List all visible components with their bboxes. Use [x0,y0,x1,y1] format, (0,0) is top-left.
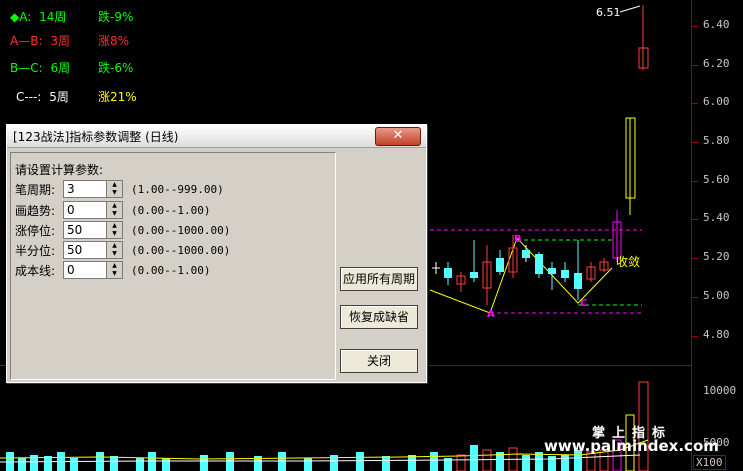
stepper-value: 50 [67,223,83,237]
param-label: 半分位: [15,244,56,258]
pivot-c-label: C [580,298,587,309]
spin-arrows[interactable]: ▲ ▼ [106,202,122,218]
axis-tick [692,65,698,66]
volume-tick-label: 10000 [703,384,737,397]
up-arrow-icon[interactable]: ▲ [107,181,122,189]
candle-down [574,273,582,289]
price-tick-label: 6.20 [703,57,730,70]
price-tick-label: 5.60 [703,173,730,186]
volume-bar [382,456,390,471]
stepper-value: 50 [67,243,83,257]
param-label: 成本线: [15,264,56,278]
price-tick-label: 6.00 [703,95,730,108]
param-range: (0.00--1000.00) [131,224,231,237]
price-tick-label: 4.80 [703,328,730,341]
param-label: 画趋势: [15,204,56,218]
candle-down [522,250,530,258]
axis-tick [692,297,698,298]
volume-bar [136,458,144,471]
close-button[interactable]: 关闭 [340,349,418,373]
axis-tick [692,103,698,104]
up-arrow-icon[interactable]: ▲ [107,262,122,270]
stroke-period-stepper[interactable]: 3 ▲ ▼ [63,180,123,198]
down-arrow-icon[interactable]: ▼ [107,210,122,218]
price-tick-label: 6.40 [703,18,730,31]
spin-arrows[interactable]: ▲ ▼ [106,262,122,278]
pivot-b-label: B [514,234,522,245]
stepper-value: 0 [67,203,75,217]
restore-defaults-button[interactable]: 恢复成缺省 [340,305,418,329]
param-label: 笔周期: [15,183,56,197]
volume-bar [18,458,26,471]
volume-bar [110,456,118,471]
up-arrow-icon[interactable]: ▲ [107,202,122,210]
candle-down [444,268,452,278]
up-arrow-icon[interactable]: ▲ [107,222,122,230]
dialog-title: [123战法]指标参数调整 (日线) [13,130,179,144]
down-arrow-icon[interactable]: ▼ [107,189,122,197]
draw-trend-stepper[interactable]: 0 ▲ ▼ [63,201,123,219]
volume-bar [304,458,312,471]
spin-arrows[interactable]: ▲ ▼ [106,181,122,197]
down-arrow-icon[interactable]: ▼ [107,250,122,258]
volume-unit-label: X100 [693,455,726,470]
axis-tick [692,336,698,337]
candle-down [470,272,478,278]
volume-bar [200,455,208,471]
param-range: (0.00--1.00) [131,204,211,217]
spin-arrows[interactable]: ▲ ▼ [106,242,122,258]
price-tick-label: 5.80 [703,134,730,147]
down-arrow-icon[interactable]: ▼ [107,230,122,238]
volume-bar [456,454,466,471]
volume-bar [70,458,78,471]
close-icon[interactable]: ✕ [375,127,421,146]
candle-down [496,258,504,272]
price-tick-label: 5.40 [703,211,730,224]
up-arrow-icon[interactable]: ▲ [107,242,122,250]
axis-tick [692,142,698,143]
axis-tick [692,258,698,259]
dialog-prompt: 请设置计算参数: [15,163,104,177]
volume-bar [356,452,364,471]
high-label: 6.51 [596,6,621,19]
watermark-url: www.palmindex.com [544,437,719,455]
volume-bar [482,449,492,471]
volume-bar [561,455,569,471]
parameter-dialog: [123战法]指标参数调整 (日线) ✕ 请设置计算参数: 笔周期: 3 ▲ ▼ … [6,124,427,383]
param-range: (1.00--999.00) [131,183,224,196]
volume-bar [522,455,530,471]
axis-tick [692,181,698,182]
param-range: (0.00--1000.00) [131,244,231,257]
pivot-a-label: A [487,309,495,320]
spin-arrows[interactable]: ▲ ▼ [106,222,122,238]
down-arrow-icon[interactable]: ▼ [107,270,122,278]
volume-bar [162,458,170,471]
volume-bar [470,445,478,471]
price-tick-label: 5.00 [703,289,730,302]
limit-up-stepper[interactable]: 50 ▲ ▼ [63,221,123,239]
candle-down [561,270,569,278]
close-label: 收敛 [616,254,640,269]
candle-down [535,254,543,274]
volume-bar [408,455,416,471]
axis-tick [692,219,698,220]
half-point-stepper[interactable]: 50 ▲ ▼ [63,241,123,259]
candle-down [548,268,556,274]
volume-bar [430,452,438,471]
apply-all-periods-button[interactable]: 应用所有周期 [340,267,418,291]
param-label: 涨停位: [15,224,56,238]
cost-line-stepper[interactable]: 0 ▲ ▼ [63,261,123,279]
volume-bar [44,456,52,471]
price-axis-line [691,0,692,471]
high-pointer [619,5,641,13]
stepper-value: 3 [67,182,75,196]
price-tick-label: 5.20 [703,250,730,263]
volume-bar [548,456,556,471]
param-range: (0.00--1.00) [131,264,211,277]
stepper-value: 0 [67,263,75,277]
axis-tick [692,26,698,27]
dialog-titlebar[interactable]: [123战法]指标参数调整 (日线) ✕ [7,125,426,148]
